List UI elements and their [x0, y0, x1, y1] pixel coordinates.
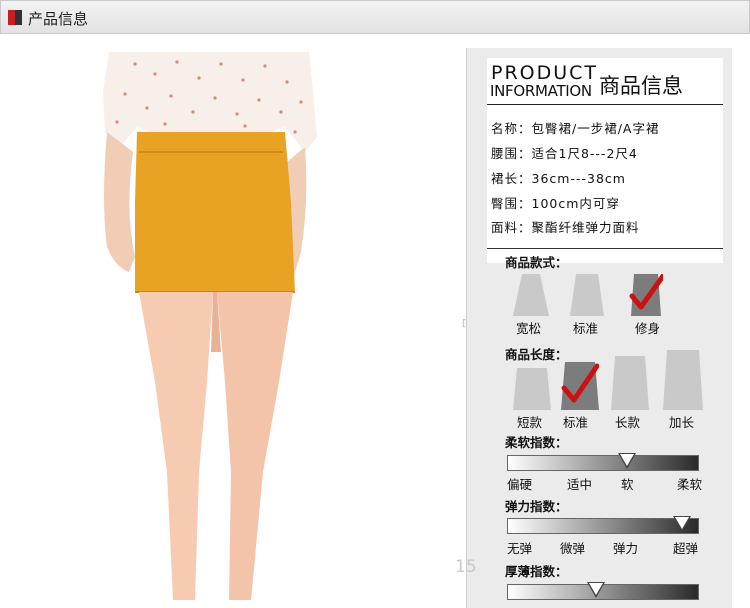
header-marker-red [8, 10, 15, 25]
elasticity-label-elastic: 弹力 [613, 541, 639, 556]
thickness-pointer [587, 582, 606, 598]
watermark-text: 15 [455, 557, 477, 577]
style-option-loose: 宽松 [516, 321, 542, 336]
elasticity-pointer [672, 516, 691, 532]
product-info-panel: PRODUCT INFORMATION 商品信息 名称：包臀裙/一步裙/A字裙 … [466, 48, 732, 608]
spec-length: 裙长：36cm---38cm [491, 171, 626, 186]
length-standard-shape [561, 362, 599, 410]
title-divider [487, 104, 723, 105]
style-slim-shape [629, 274, 663, 316]
style-option-slim: 修身 [635, 321, 661, 336]
elasticity-label-super: 超弹 [673, 541, 699, 556]
spec-name: 名称：包臀裙/一步裙/A字裙 [491, 121, 660, 136]
elasticity-title: 弹力指数： [505, 499, 568, 514]
spec-waist: 腰围：适合1尺8---2尺4 [491, 146, 638, 161]
style-title: 商品款式： [505, 255, 568, 270]
elasticity-label-none: 无弹 [507, 541, 533, 556]
spec-fabric: 面料：聚酯纤维弹力面料 [491, 220, 640, 235]
softness-label-soft: 软 [621, 477, 634, 492]
elasticity-label-slight: 微弹 [560, 541, 586, 556]
softness-title: 柔软指数： [505, 435, 568, 450]
elasticity-bar [507, 518, 699, 534]
softness-label-very-soft: 柔软 [677, 477, 703, 492]
style-standard-shape [570, 274, 604, 316]
title-en-information: INFORMATION [490, 82, 592, 100]
title-cn: 商品信息 [599, 74, 683, 98]
title-en-product: PRODUCT [491, 62, 599, 84]
softness-label-hard: 偏硬 [507, 477, 533, 492]
length-option-standard: 标准 [563, 415, 589, 430]
length-option-extra-long: 加长 [669, 415, 695, 430]
length-option-long: 长款 [615, 415, 641, 430]
softness-pointer [617, 453, 636, 469]
spec-hip: 臀围：100cm内可穿 [491, 196, 620, 211]
section-header: 产品信息 [0, 0, 750, 34]
length-title: 商品长度： [505, 347, 568, 362]
info-card: PRODUCT INFORMATION 商品信息 名称：包臀裙/一步裙/A字裙 … [487, 58, 723, 263]
section-title: 产品信息 [28, 10, 89, 28]
style-loose-shape [513, 274, 549, 316]
softness-label-medium: 适中 [567, 477, 593, 492]
length-extra-long-shape [663, 350, 703, 410]
header-marker-dark [15, 10, 22, 25]
softness-bar [507, 455, 699, 471]
thickness-title: 厚薄指数： [505, 564, 568, 579]
length-option-short: 短款 [517, 415, 543, 430]
style-option-standard: 标准 [573, 321, 599, 336]
length-long-shape [611, 356, 649, 410]
specs-divider [487, 248, 723, 249]
length-short-shape [513, 368, 551, 410]
product-photo [103, 52, 317, 600]
